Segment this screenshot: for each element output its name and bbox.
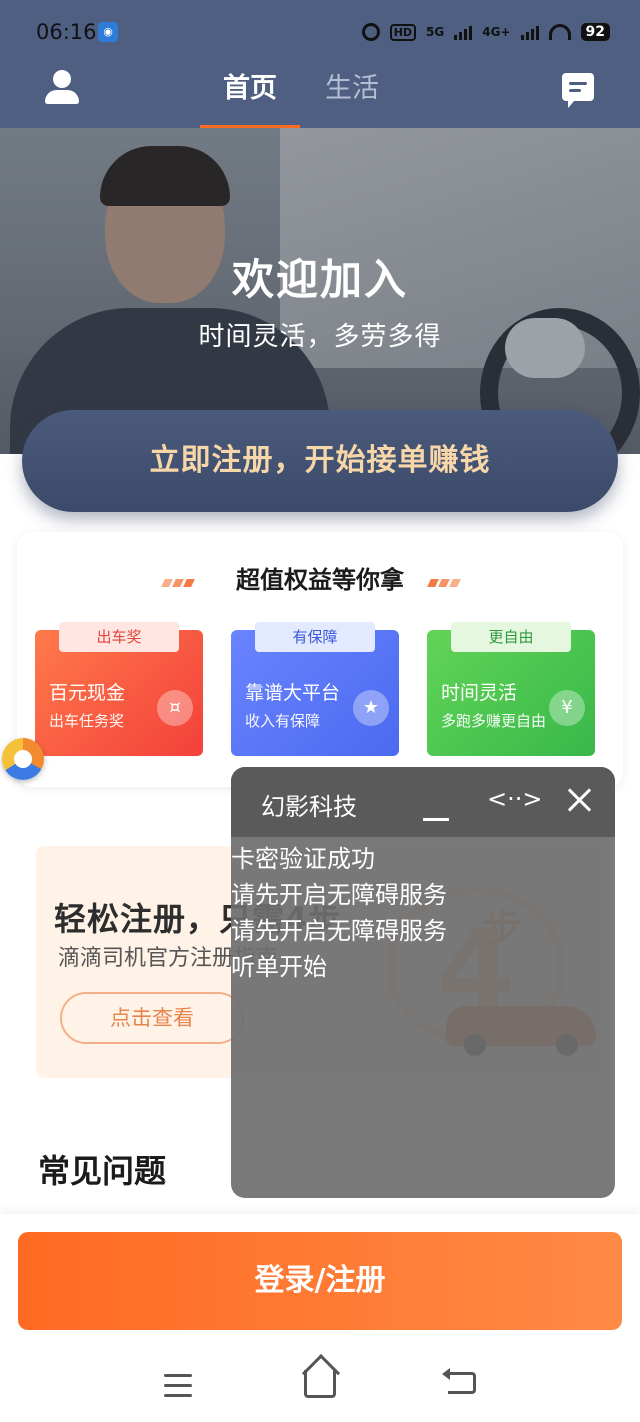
heading-decoration-right <box>427 572 465 587</box>
log-line: 卡密验证成功 <box>231 845 375 873</box>
benefit-tag: 有保障 <box>255 622 375 652</box>
benefit-card-cash[interactable]: 出车奖 百元现金 出车任务奖 ¤ <box>35 622 203 756</box>
register-now-button[interactable]: 立即注册，开始接单赚钱 <box>22 410 618 512</box>
minimize-icon[interactable] <box>423 791 449 821</box>
benefit-tag: 出车奖 <box>59 622 179 652</box>
status-bar: 06:16 ◉ HD 5G 4G+ 92 <box>0 0 640 62</box>
tab-life-label: 生活 <box>325 73 379 104</box>
signal-4g-icon <box>520 24 539 40</box>
network-5g-label: 5G <box>426 25 445 39</box>
close-icon[interactable] <box>565 785 595 815</box>
benefit-desc: 收入有保障 <box>245 712 321 730</box>
tab-home-label: 首页 <box>223 73 277 104</box>
benefit-desc: 出车任务奖 <box>49 712 125 730</box>
hd-badge: HD <box>389 23 417 41</box>
hero-banner: 欢迎加入 时间灵活，多劳多得 <box>0 128 640 454</box>
tab-life[interactable]: 生活 <box>322 66 382 128</box>
header-tabs: 首页 生活 <box>200 66 382 129</box>
floating-app-icon[interactable] <box>2 738 44 780</box>
status-time: 06:16 <box>36 20 97 44</box>
money-bag-icon: ¤ <box>157 690 193 726</box>
wifi-icon <box>548 24 571 40</box>
hero-subtitle: 时间灵活，多劳多得 <box>198 322 442 352</box>
benefit-title: 百元现金 <box>49 682 126 704</box>
benefit-card-freedom[interactable]: 更自由 时间灵活 多跑多赚更自由 ¥ <box>427 622 595 756</box>
status-icons: HD 5G 4G+ 92 <box>361 18 610 46</box>
shield-icon: ★ <box>353 690 389 726</box>
benefit-title: 时间灵活 <box>441 682 518 704</box>
signal-5g-icon <box>454 24 473 40</box>
floating-log-panel: 幻影科技 <··> 卡密验证成功 请先开启无障碍服务 请先开启无障碍服务 听单开… <box>231 767 615 1198</box>
menu-icon[interactable] <box>164 1374 192 1404</box>
benefits-card: 超值权益等你拿 出车奖 百元现金 出车任务奖 ¤ 有保障 靠谱大平台 收入有保障… <box>17 532 623 787</box>
tab-home[interactable]: 首页 <box>200 66 300 129</box>
log-line: 请先开启无障碍服务 <box>231 917 447 945</box>
view-guide-button[interactable]: 点击查看 <box>60 992 244 1044</box>
system-navigation-bar <box>0 1350 640 1422</box>
panel-log: 卡密验证成功 请先开启无障碍服务 请先开启无障碍服务 听单开始 <box>231 841 615 985</box>
top-bar: 06:16 ◉ HD 5G 4G+ 92 首页 生活 <box>0 0 640 129</box>
panel-title: 幻影科技 <box>261 793 357 821</box>
log-line: 听单开始 <box>231 953 327 981</box>
network-4g-label: 4G+ <box>482 25 511 39</box>
benefit-tag: 更自由 <box>451 622 571 652</box>
resize-icon[interactable]: <··> <box>487 785 542 813</box>
benefit-title: 靠谱大平台 <box>245 682 341 704</box>
benefit-desc: 多跑多赚更自由 <box>441 712 547 730</box>
back-icon[interactable] <box>442 1368 476 1394</box>
faq-title: 常见问题 <box>38 1152 167 1190</box>
screen: 06:16 ◉ HD 5G 4G+ 92 首页 生活 欢迎加入 时间灵活，多劳多… <box>0 0 640 1422</box>
alarm-icon <box>361 23 380 41</box>
login-register-button[interactable]: 登录/注册 <box>18 1232 622 1330</box>
log-line: 请先开启无障碍服务 <box>231 881 447 909</box>
yuan-coin-icon: ¥ <box>549 690 585 726</box>
hero-title: 欢迎加入 <box>231 255 408 304</box>
home-icon[interactable] <box>304 1370 336 1398</box>
battery-level: 92 <box>580 23 610 41</box>
benefit-card-platform[interactable]: 有保障 靠谱大平台 收入有保障 ★ <box>231 622 399 756</box>
message-icon[interactable] <box>562 73 594 108</box>
benefits-heading: 超值权益等你拿 <box>236 566 404 594</box>
notification-app-icon: ◉ <box>98 22 118 42</box>
user-icon[interactable] <box>44 70 80 106</box>
